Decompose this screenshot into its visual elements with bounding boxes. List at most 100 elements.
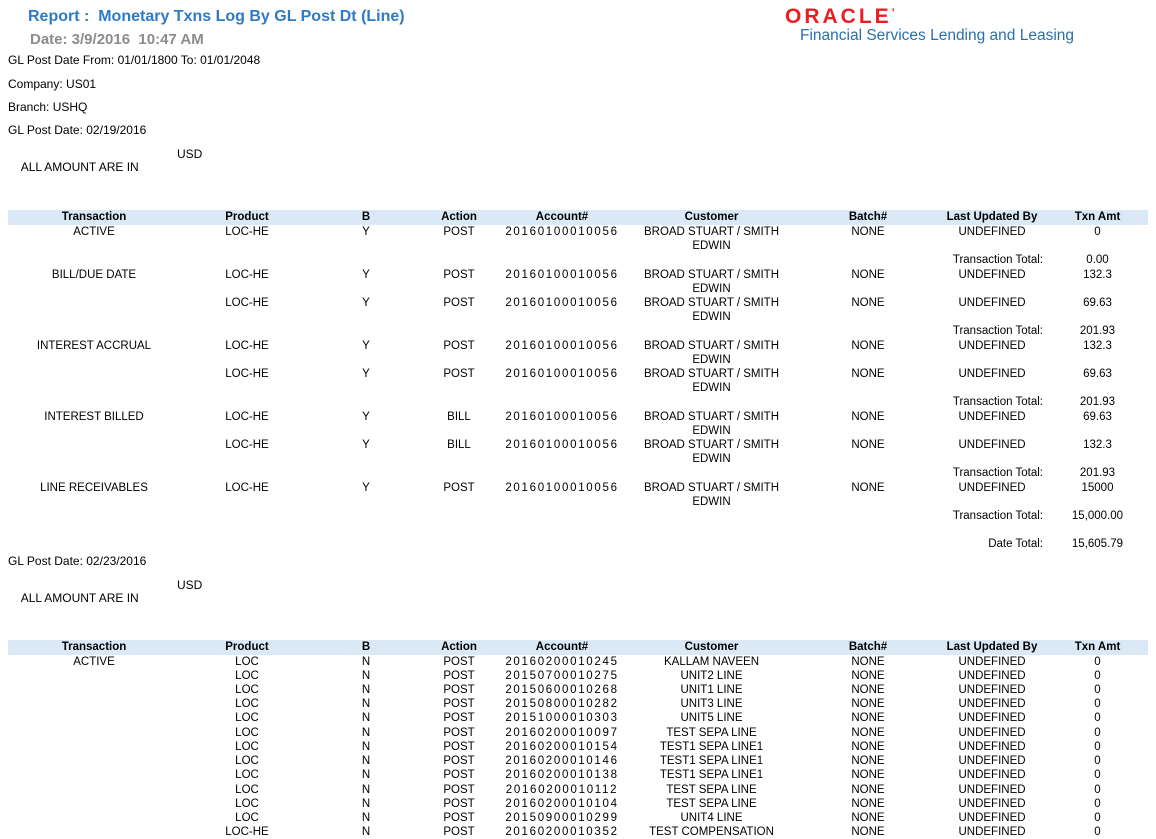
cell-b: N	[361, 655, 371, 668]
total-spacer	[8, 466, 937, 480]
cell-txn-amt: 0	[1094, 740, 1101, 753]
cell-action: POST	[443, 726, 475, 739]
total-spacer	[8, 509, 937, 523]
transaction-total-row: Transaction Total: 201.93	[8, 466, 1148, 480]
cell-action: POST	[443, 826, 475, 839]
cell-action: POST	[443, 783, 475, 796]
cell-product: LOC	[235, 769, 259, 782]
cell-account: 20160100010056	[505, 481, 619, 494]
table-header: Transaction Product B Action Account# Cu…	[8, 210, 1148, 225]
cell-batch: NONE	[851, 811, 885, 824]
cell-b: N	[361, 826, 371, 839]
amount-note-line: ALL AMOUNT ARE IN USD	[8, 578, 1156, 631]
cell-transaction	[8, 783, 180, 797]
date-total-row: Date Total: 15,605.79	[8, 537, 1148, 551]
cell-last-updated-by: UNDEFINED	[958, 297, 1026, 310]
section-02-19-2016: GL Post Date: 02/19/2016 ALL AMOUNT ARE …	[0, 124, 1156, 552]
cell-txn-amt: 0	[1094, 826, 1101, 839]
transaction-total-amount: 201.93	[1079, 467, 1116, 480]
transaction-total-label: Transaction Total:	[952, 467, 1043, 480]
column-header-transaction: Transaction	[8, 210, 180, 225]
cell-transaction	[8, 711, 180, 725]
cell-last-updated-by: UNDEFINED	[958, 698, 1026, 711]
column-header-batch: Batch#	[799, 210, 937, 225]
cell-account: 20160100010056	[505, 268, 619, 281]
column-header-last-updated-by: Last Updated By	[937, 639, 1047, 655]
cell-transaction	[8, 768, 180, 782]
cell-txn-amt: 0	[1094, 755, 1101, 768]
table-row: LOC N POST 20150600010268 UNIT1 LINE NONE UNDE…	[8, 683, 1148, 697]
cell-customer: KALLAM NAVEEN	[663, 655, 759, 668]
cell-b: Y	[362, 339, 370, 352]
cell-b: N	[361, 797, 371, 810]
amount-note: ALL AMOUNT ARE IN	[20, 160, 139, 174]
transactions-table: Transaction Product B Action Account# Cu…	[8, 210, 1148, 552]
gl-post-date-range: GL Post Date From: 01/01/1800 To: 01/01/…	[8, 53, 261, 67]
cell-account: 20160100010056	[505, 439, 619, 452]
cell-batch: NONE	[851, 698, 885, 711]
cell-transaction	[8, 669, 180, 683]
total-spacer	[8, 537, 937, 551]
cell-transaction	[8, 438, 180, 466]
cell-action: POST	[443, 755, 475, 768]
currency-code: USD	[177, 147, 203, 161]
cell-account: 20150700010275	[505, 669, 619, 682]
cell-b: N	[361, 755, 371, 768]
cell-b: Y	[362, 297, 370, 310]
table-row: LOC N POST 20160200010138 TEST1 SEPA LINE1 NO…	[8, 768, 1148, 782]
cell-last-updated-by: UNDEFINED	[958, 481, 1026, 494]
cell-txn-amt: 15000	[1081, 481, 1114, 494]
cell-txn-amt: 69.63	[1083, 297, 1112, 310]
cell-batch: NONE	[851, 655, 885, 668]
transaction-total-amount: 201.93	[1079, 396, 1116, 409]
cell-transaction	[8, 367, 180, 395]
cell-customer: UNIT2 LINE	[680, 669, 743, 682]
cell-transaction	[8, 296, 180, 324]
cell-last-updated-by: UNDEFINED	[958, 726, 1026, 739]
cell-b: Y	[362, 410, 370, 423]
registered-mark-icon: ’	[891, 7, 895, 19]
cell-last-updated-by: UNDEFINED	[958, 439, 1026, 452]
table-row: INTEREST BILLED LOC-HE Y BILL 20160100010056…	[8, 410, 1148, 438]
report-date: Date: 3/9/2016 10:47 AM	[30, 31, 204, 48]
cell-product: LOC-HE	[225, 268, 269, 281]
cell-product: LOC	[235, 811, 259, 824]
cell-action: POST	[443, 712, 475, 725]
cell-batch: NONE	[851, 726, 885, 739]
table-row: LOC-HE Y BILL 20160100010056 BROAD STUART / …	[8, 438, 1148, 466]
column-header-action: Action	[418, 210, 500, 225]
cell-action: POST	[443, 698, 475, 711]
product-name: Financial Services Lending and Leasing	[800, 27, 1075, 44]
cell-product: LOC-HE	[225, 410, 269, 423]
column-header-txn-amt: Txn Amt	[1047, 210, 1148, 225]
cell-transaction	[8, 754, 180, 768]
report-title: Report : Monetary Txns Log By GL Post Dt…	[28, 8, 405, 25]
cell-product: LOC	[235, 797, 259, 810]
cell-customer: BROAD STUART / SMITH EDWIN	[643, 297, 780, 324]
cell-b: N	[361, 712, 371, 725]
cell-product: LOC	[235, 655, 259, 668]
cell-transaction: INTEREST ACCRUAL	[36, 339, 152, 352]
cell-batch: NONE	[851, 712, 885, 725]
cell-product: LOC	[235, 712, 259, 725]
cell-batch: NONE	[851, 669, 885, 682]
cell-last-updated-by: UNDEFINED	[958, 339, 1026, 352]
cell-action: POST	[443, 481, 475, 494]
table-header-row: Transaction Product B Action Account# Cu…	[8, 639, 1148, 655]
cell-b: N	[361, 769, 371, 782]
cell-b: N	[361, 669, 371, 682]
column-header-customer: Customer	[624, 210, 799, 225]
cell-action: POST	[443, 684, 475, 697]
cell-txn-amt: 69.63	[1083, 368, 1112, 381]
gl-post-date: GL Post Date: 02/19/2016	[8, 123, 147, 137]
cell-product: LOC	[235, 726, 259, 739]
cell-b: Y	[362, 439, 370, 452]
cell-transaction	[8, 726, 180, 740]
cell-b: Y	[362, 268, 370, 281]
cell-batch: NONE	[851, 755, 885, 768]
cell-action: POST	[443, 655, 475, 668]
table-row: LOC N POST 20160200010146 TEST1 SEPA LINE1 NO…	[8, 754, 1148, 768]
cell-action: POST	[443, 669, 475, 682]
cell-transaction: INTEREST BILLED	[44, 410, 144, 423]
cell-txn-amt: 0	[1094, 726, 1101, 739]
